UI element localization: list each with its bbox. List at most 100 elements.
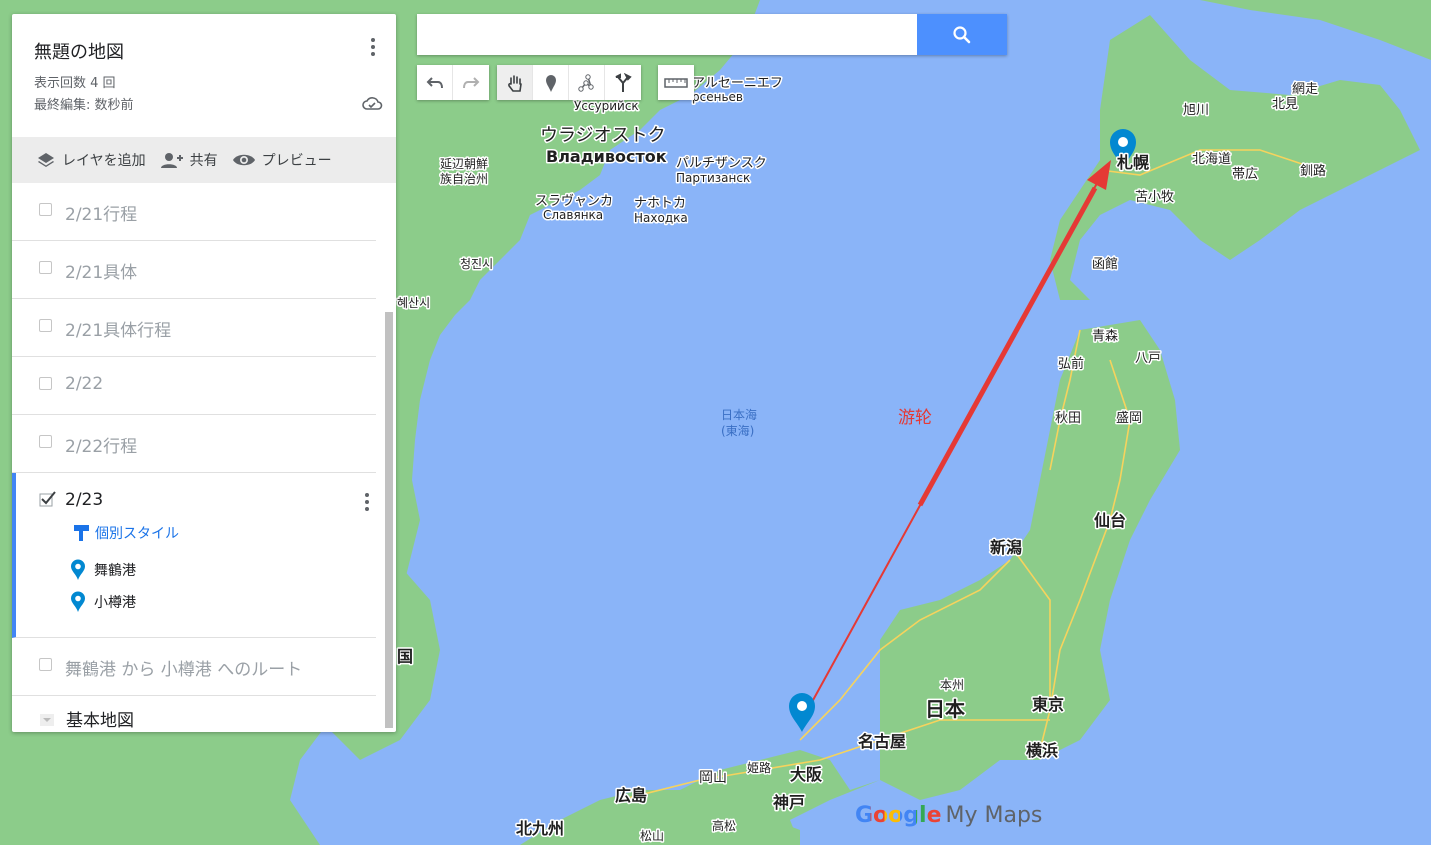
- individual-style-label: 個別スタイル: [95, 526, 179, 542]
- layer-label[interactable]: 2/21具体: [65, 258, 137, 283]
- label-nagoya: 名古屋: [858, 732, 906, 751]
- layer-label[interactable]: 2/21具体行程: [65, 316, 171, 341]
- place-marker-icon: [71, 591, 85, 612]
- label-slavyanka-ru: Славянка: [543, 208, 603, 222]
- place-item-otaru[interactable]: 小樽港: [70, 591, 136, 613]
- layer-label[interactable]: 2/22行程: [65, 432, 137, 457]
- label-nakhodka-ru: Находка: [634, 211, 688, 225]
- redo-icon: [463, 76, 480, 88]
- redo-button[interactable]: [453, 65, 489, 100]
- label-hiroshima: 広島: [615, 786, 647, 805]
- label-tomakomai: 苫小牧: [1135, 189, 1174, 205]
- google-logo: Google: [855, 803, 942, 828]
- layer-checkbox-checked[interactable]: [39, 491, 57, 507]
- label-okayama: 岡山: [699, 770, 727, 786]
- label-abashiri: 網走: [1292, 82, 1318, 97]
- label-partizansk-ja: パルチザンスク: [676, 156, 767, 171]
- add-layer-button[interactable]: レイヤを追加: [36, 150, 146, 170]
- share-button[interactable]: 共有: [160, 150, 218, 170]
- label-kobe: 神戸: [773, 793, 805, 812]
- add-person-icon: [160, 153, 183, 168]
- draw-line-button[interactable]: [569, 65, 605, 100]
- label-obihiro: 帯広: [1232, 167, 1258, 182]
- undo-button[interactable]: [417, 65, 453, 100]
- label-himeji: 姫路: [747, 760, 771, 775]
- search-button[interactable]: [917, 14, 1007, 55]
- panel-header: 無題の地図 表示回数 4 回 最終編集: 数秒前: [12, 14, 396, 137]
- layers-icon: [38, 153, 54, 167]
- cloud-saved-icon: [362, 97, 383, 110]
- label-kitakyushu: 北九州: [516, 819, 564, 838]
- layer-checkbox[interactable]: [39, 658, 52, 671]
- label-sea-of-japan-1: 日本海: [721, 407, 757, 422]
- label-slavyanka-ja: スラヴャンカ: [535, 193, 613, 209]
- measure-toolbar: [658, 65, 694, 100]
- layer-item[interactable]: 2/21具体: [12, 241, 376, 299]
- label-osaka: 大阪: [790, 765, 823, 784]
- active-layer-label[interactable]: 2/23: [65, 490, 103, 510]
- basemap-expand-icon[interactable]: [40, 714, 54, 726]
- hand-tool-button[interactable]: [497, 65, 533, 100]
- layer-checkbox[interactable]: [39, 203, 52, 216]
- paint-roller-icon: [74, 525, 89, 541]
- layer-checkbox[interactable]: [39, 435, 52, 448]
- layer-checkbox[interactable]: [39, 261, 52, 274]
- label-ussuriysk: Уссурийск: [574, 99, 639, 113]
- individual-style-link[interactable]: 個別スタイル: [73, 523, 179, 543]
- search-icon: [953, 25, 971, 43]
- last-edit-status: 最終編集: 数秒前: [34, 98, 134, 113]
- route-annotation: 游轮: [898, 408, 932, 428]
- label-arsenyev-ru: рсеньев: [692, 90, 743, 104]
- label-niigata: 新潟: [990, 538, 1022, 557]
- label-nakhodka-ja: ナホトカ: [634, 196, 686, 211]
- place-label: 小樽港: [94, 595, 136, 611]
- panel-scrollbar[interactable]: [384, 311, 394, 729]
- layer-item[interactable]: 2/21具体行程: [12, 299, 376, 357]
- label-vladivostok-ru: Владивосток: [546, 147, 667, 166]
- search-bar: [417, 14, 1007, 55]
- place-label: 舞鶴港: [94, 563, 136, 579]
- basemap-label: 基本地図: [66, 711, 134, 731]
- label-hyesan: 혜산시: [397, 296, 430, 310]
- label-yokohama: 横浜: [1026, 741, 1058, 760]
- label-chongjin: 청진시: [460, 257, 493, 271]
- basemap-item[interactable]: 基本地図: [12, 696, 384, 732]
- layer-item[interactable]: 2/22行程: [12, 415, 376, 473]
- layer-checkbox[interactable]: [39, 319, 52, 332]
- label-japan: 日本: [925, 697, 965, 721]
- label-sapporo: 札幌: [1116, 153, 1149, 172]
- layer-item[interactable]: 2/22: [12, 357, 376, 415]
- label-honshu: 本州: [940, 678, 964, 692]
- layer-label[interactable]: 2/22: [65, 374, 103, 394]
- label-sea-of-japan-2: (東海): [721, 423, 754, 438]
- active-layer-item[interactable]: 2/23 個別スタイル 舞鶴港 小樽港: [12, 473, 376, 638]
- layer-item[interactable]: 2/21行程: [12, 183, 376, 241]
- label-takamatsu: 高松: [712, 818, 736, 833]
- label-hokkaido: 北海道: [1192, 152, 1231, 167]
- add-marker-button[interactable]: [533, 65, 569, 100]
- layer-list: 2/21行程 2/21具体 2/21具体行程 2/22 2/22行程 2/23: [12, 183, 384, 732]
- layer-label[interactable]: 2/21行程: [65, 200, 137, 225]
- label-arsenyev-ja: アルセーニエフ: [692, 76, 783, 91]
- layer-checkbox[interactable]: [39, 377, 52, 390]
- map-title[interactable]: 無題の地図: [34, 38, 124, 64]
- panel-actions: レイヤを追加 共有 プレビュー: [12, 137, 396, 183]
- edit-history-toolbar: [417, 65, 489, 100]
- measure-button[interactable]: [658, 65, 694, 100]
- map-options-menu-icon[interactable]: [371, 38, 375, 59]
- place-marker-icon: [71, 559, 85, 580]
- route-layer-label[interactable]: 舞鶴港 から 小樽港 へのルート: [65, 655, 302, 680]
- place-item-maizuru[interactable]: 舞鶴港: [70, 559, 136, 581]
- layer-options-menu-icon[interactable]: [365, 493, 369, 514]
- ruler-icon: [664, 77, 688, 88]
- google-my-maps-logo: Google My Maps: [855, 803, 1042, 828]
- directions-button[interactable]: [605, 65, 641, 100]
- label-korea: 国: [397, 647, 413, 666]
- label-sendai: 仙台: [1094, 511, 1126, 530]
- preview-button[interactable]: プレビュー: [232, 150, 332, 170]
- search-input[interactable]: [417, 14, 917, 55]
- route-layer-item[interactable]: 舞鶴港 から 小樽港 へのルート: [12, 638, 376, 696]
- preview-label: プレビュー: [261, 153, 332, 169]
- add-layer-label: レイヤを追加: [62, 153, 146, 169]
- share-label: 共有: [189, 153, 218, 169]
